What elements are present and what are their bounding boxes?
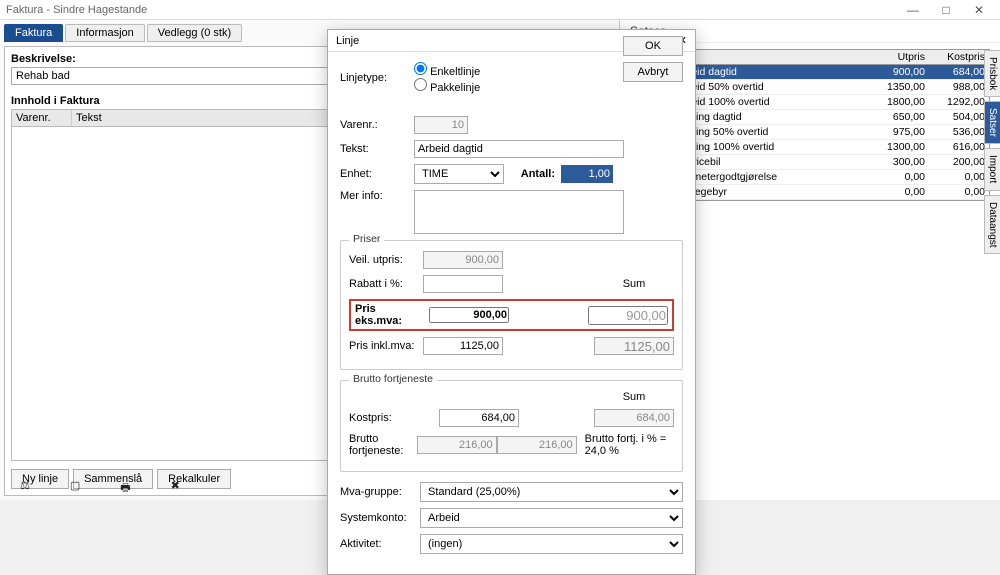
avbryt-button[interactable]: Avbryt [623,62,683,82]
radio-enkeltlinje[interactable]: Enkeltlinje [414,66,480,78]
minimize-button[interactable]: — [898,3,928,17]
kostpris-label: Kostpris: [349,412,439,424]
brutto-sum [497,436,577,454]
dialog-body: OK Avbryt Linjetype: Enkeltlinje Pakkeli… [328,52,695,574]
tab-vedlegg[interactable]: Vedlegg (0 stk) [147,24,242,42]
aktivitet-label: Aktivitet: [340,538,420,550]
prisinkl-input[interactable] [423,337,503,355]
varenr-input [414,116,468,134]
side-tab-satser[interactable]: Satser [984,101,1000,144]
brutto-pct: Brutto fortj. i % = 24,0 % [585,433,674,457]
rabatt-input[interactable] [423,275,503,293]
ok-button[interactable]: OK [623,36,683,56]
maximize-button[interactable]: □ [931,3,961,17]
rabatt-label: Rabatt i %: [349,278,423,290]
brutto-group-label: Brutto fortjeneste [349,373,437,385]
systemkonto-select[interactable]: Arbeid [420,508,683,528]
enhet-label: Enhet: [340,168,414,180]
brutto-input [417,436,497,454]
line-dialog: Linje ✕ OK Avbryt Linjetype: Enkeltlinje… [327,29,696,575]
veil-input [423,251,503,269]
print-icon[interactable]: 🖶 [120,479,130,498]
antall-label: Antall: [510,168,555,180]
sum-label: Sum [594,278,674,290]
radio-pakkelinje[interactable]: Pakkelinje [414,82,480,94]
window-title: Faktura - Sindre Hagestande [6,4,147,16]
side-tab-prisbok[interactable]: Prisbok [984,50,1000,97]
priser-group: Priser Veil. utpris: Rabatt i %: Sum Pri… [340,240,683,370]
mva-select[interactable]: Standard (25,00%) [420,482,683,502]
close-button[interactable]: ✕ [964,3,994,17]
scale-icon[interactable]: ⚖ [20,479,30,498]
window-controls: — □ ✕ [898,3,994,17]
enhet-select[interactable]: TIME [414,164,504,184]
box-icon[interactable]: ▢ [70,479,80,498]
dialog-title: Linje [336,35,359,47]
side-tabs: Prisbok Satser Import Dataangst [984,50,1000,254]
col-utpris: Utpris [869,50,929,64]
col-varenr: Varenr. [12,110,72,126]
antall-input[interactable] [561,165,613,183]
merinfo-label: Mer info: [340,190,414,202]
kostpris-sum [594,409,674,427]
veil-label: Veil. utpris: [349,254,423,266]
prisinkl-sum [594,337,674,355]
brutto-group: Brutto fortjeneste Sum Kostpris: Brutto … [340,380,683,472]
systemkonto-label: Systemkonto: [340,512,420,524]
tab-faktura[interactable]: Faktura [4,24,63,42]
aktivitet-select[interactable]: (ingen) [420,534,683,554]
varenr-label: Varenr.: [340,119,414,131]
side-tab-dataangst[interactable]: Dataangst [984,195,1000,255]
tekst-label: Tekst: [340,143,414,155]
priseks-sum [588,306,668,325]
window-titlebar: Faktura - Sindre Hagestande — □ ✕ [0,0,1000,20]
tab-informasjon[interactable]: Informasjon [65,24,144,42]
sum-label-2: Sum [594,391,674,403]
prisinkl-label: Pris inkl.mva: [349,340,423,352]
pris-eks-highlight: Pris eks.mva: [349,299,674,331]
tekst-input[interactable] [414,140,624,158]
mva-label: Mva-gruppe: [340,486,420,498]
linjetype-label: Linjetype: [340,72,414,84]
merinfo-textarea[interactable] [414,190,624,234]
priser-group-label: Priser [349,233,384,245]
col-sats: Sats [671,50,869,64]
bottom-toolbar: ⚖ ▢ 🖶 ✖ [20,479,180,498]
brutto-label: Brutto fortjeneste: [349,433,417,457]
tools-icon[interactable]: ✖ [171,479,180,498]
side-tab-import[interactable]: Import [984,148,1000,190]
kostpris-input[interactable] [439,409,519,427]
col-kostpris: Kostpris [929,50,989,64]
priseks-label: Pris eks.mva: [355,303,423,327]
priseks-input[interactable] [429,307,509,323]
